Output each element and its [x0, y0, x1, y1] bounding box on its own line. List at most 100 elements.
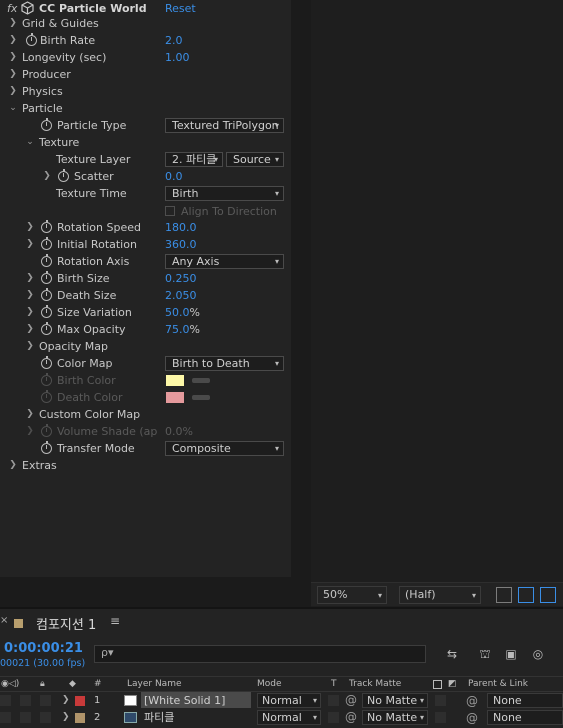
snapshot-icon[interactable]: [496, 587, 512, 603]
stopwatch-icon[interactable]: [58, 169, 69, 182]
preserve-transparency-toggle[interactable]: [328, 712, 339, 723]
align-checkbox[interactable]: [165, 206, 175, 216]
prop-initial-rotation[interactable]: ❯ Initial Rotation 360.0: [0, 236, 291, 253]
chevron-right-icon[interactable]: ❯: [9, 49, 17, 66]
eyedropper-icon[interactable]: [192, 378, 210, 383]
pickwhip-icon[interactable]: @: [466, 710, 478, 727]
frame-blending-icon[interactable]: ▣: [503, 647, 519, 661]
birth-color-swatch[interactable]: [166, 375, 184, 386]
stopwatch-icon[interactable]: [41, 305, 52, 318]
chevron-right-icon[interactable]: ❯: [62, 709, 70, 726]
prop-grid-guides[interactable]: ❯ Grid & Guides: [0, 15, 291, 32]
stopwatch-icon[interactable]: [41, 322, 52, 335]
parent-dropdown[interactable]: None: [487, 710, 563, 725]
pickwhip-icon[interactable]: ◩: [448, 677, 457, 691]
prop-birth-rate[interactable]: ❯ Birth Rate 2.0: [0, 32, 291, 49]
scatter-value[interactable]: 0.0: [165, 168, 183, 185]
texture-time-dropdown[interactable]: Birth ▾: [165, 186, 284, 201]
transfer-mode-dropdown[interactable]: Composite ▾: [165, 441, 284, 456]
label-icon[interactable]: ◆: [69, 677, 76, 691]
chevron-right-icon[interactable]: ❯: [26, 270, 34, 287]
comp-flowchart-icon[interactable]: ⇆: [444, 647, 460, 661]
max-opacity-value[interactable]: 75.0: [165, 323, 190, 336]
solo-toggle[interactable]: [20, 695, 31, 706]
lock-icon[interactable]: 🔒︎: [40, 677, 45, 691]
video-toggle-icon[interactable]: [0, 712, 11, 723]
stopwatch-icon[interactable]: [41, 118, 52, 131]
matte-icon[interactable]: [433, 680, 442, 689]
particle-type-dropdown[interactable]: Textured TriPolygon ▾: [165, 118, 284, 133]
stopwatch-icon[interactable]: [41, 288, 52, 301]
stopwatch-icon[interactable]: [41, 356, 52, 369]
prop-scatter[interactable]: ❯ Scatter 0.0: [0, 168, 291, 185]
layer-name[interactable]: [White Solid 1]: [141, 692, 251, 708]
mask-icon[interactable]: [540, 587, 556, 603]
eyedropper-icon[interactable]: [192, 395, 210, 400]
menu-icon[interactable]: ≡: [110, 614, 120, 628]
lock-toggle[interactable]: [40, 695, 51, 706]
size-variation-value[interactable]: 50.0: [165, 306, 190, 319]
chevron-down-icon[interactable]: ⌄: [9, 100, 17, 117]
matte-toggle[interactable]: [435, 695, 446, 706]
zoom-dropdown[interactable]: 50% ▾: [317, 586, 387, 604]
chevron-right-icon[interactable]: ❯: [26, 219, 34, 236]
chevron-right-icon[interactable]: ❯: [9, 457, 17, 474]
prop-max-opacity[interactable]: ❯ Max Opacity 75.0%: [0, 321, 291, 338]
death-color-swatch[interactable]: [166, 392, 184, 403]
preserve-transparency-toggle[interactable]: [328, 695, 339, 706]
chevron-right-icon[interactable]: ❯: [62, 692, 70, 709]
prop-extras[interactable]: ❯ Extras: [0, 457, 291, 474]
motion-blur-icon[interactable]: ◎: [530, 647, 546, 661]
solo-toggle[interactable]: [20, 712, 31, 723]
video-toggle-icon[interactable]: [0, 695, 11, 706]
prop-size-variation[interactable]: ❯ Size Variation 50.0%: [0, 304, 291, 321]
chevron-right-icon[interactable]: ❯: [9, 32, 17, 49]
layer-color-icon[interactable]: [75, 713, 85, 723]
chevron-down-icon[interactable]: ⌄: [26, 134, 34, 151]
chevron-right-icon[interactable]: ❯: [26, 338, 34, 355]
chevron-right-icon[interactable]: ❯: [9, 15, 17, 32]
current-timecode[interactable]: 0:00:00:21: [4, 641, 83, 656]
mode-dropdown[interactable]: Normal ▾: [257, 710, 321, 725]
chevron-right-icon[interactable]: ❯: [26, 406, 34, 423]
matte-toggle[interactable]: [435, 712, 446, 723]
table-row[interactable]: ❯ 1 [White Solid 1] Normal ▾ @ No Matte …: [0, 692, 563, 709]
prop-death-size[interactable]: ❯ Death Size 2.050: [0, 287, 291, 304]
prop-producer[interactable]: ❯ Producer: [0, 66, 291, 83]
pickwhip-icon[interactable]: @: [466, 693, 478, 710]
chevron-right-icon[interactable]: ❯: [26, 304, 34, 321]
composition-viewer[interactable]: [311, 0, 563, 607]
initial-rotation-value[interactable]: 360.0: [165, 236, 197, 253]
stopwatch-icon[interactable]: [41, 254, 52, 267]
prop-particle[interactable]: ⌄ Particle: [0, 100, 291, 117]
header-layer-name[interactable]: Layer Name: [127, 677, 182, 691]
chevron-right-icon[interactable]: ❯: [26, 321, 34, 338]
mode-dropdown[interactable]: Normal ▾: [257, 693, 321, 708]
prop-birth-size[interactable]: ❯ Birth Size 0.250: [0, 270, 291, 287]
draft-3d-icon[interactable]: ⛫: [477, 647, 493, 661]
chevron-right-icon[interactable]: ❯: [43, 168, 51, 185]
birth-rate-value[interactable]: 2.0: [165, 32, 183, 49]
chevron-right-icon[interactable]: ❯: [26, 287, 34, 304]
tab-composition[interactable]: 컴포지션 1: [36, 614, 96, 633]
parent-dropdown[interactable]: None: [487, 693, 563, 708]
close-icon[interactable]: ×: [0, 615, 8, 626]
birth-size-value[interactable]: 0.250: [165, 270, 197, 287]
layer-color-icon[interactable]: [75, 696, 85, 706]
color-map-dropdown[interactable]: Birth to Death ▾: [165, 356, 284, 371]
panel-separator[interactable]: [291, 0, 311, 607]
lock-toggle[interactable]: [40, 712, 51, 723]
grid-icon[interactable]: [518, 587, 534, 603]
prop-longevity[interactable]: ❯ Longevity (sec) 1.00: [0, 49, 291, 66]
death-size-value[interactable]: 2.050: [165, 287, 197, 304]
stopwatch-icon[interactable]: [26, 33, 37, 46]
prop-opacity-map[interactable]: ❯ Opacity Map: [0, 338, 291, 355]
resolution-dropdown[interactable]: (Half) ▾: [399, 586, 481, 604]
chevron-right-icon[interactable]: ❯: [26, 236, 34, 253]
longevity-value[interactable]: 1.00: [165, 49, 190, 66]
prop-physics[interactable]: ❯ Physics: [0, 83, 291, 100]
prop-custom-color-map[interactable]: ❯ Custom Color Map: [0, 406, 291, 423]
video-toggle-icon[interactable]: ◉◁): [1, 677, 19, 691]
track-matte-dropdown[interactable]: No Matte ▾: [362, 693, 428, 708]
chevron-right-icon[interactable]: ❯: [9, 66, 17, 83]
